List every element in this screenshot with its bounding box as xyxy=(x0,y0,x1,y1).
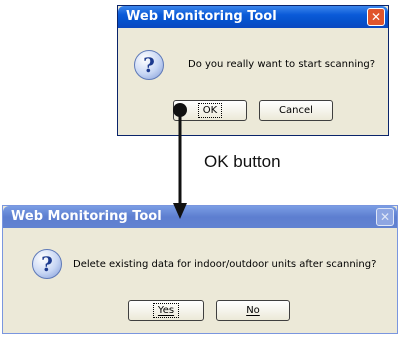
confirm-scan-dialog: Web Monitoring Tool ✕ ? Do you really wa… xyxy=(117,5,389,136)
dialog-message: Delete existing data for indoor/outdoor … xyxy=(73,259,377,270)
dialog-titlebar: Web Monitoring Tool ✕ xyxy=(3,206,397,228)
dialog-title: Web Monitoring Tool xyxy=(126,9,277,24)
delete-data-dialog: Web Monitoring Tool ✕ ? Delete existing … xyxy=(2,205,398,334)
yes-button[interactable]: Yes xyxy=(128,300,204,321)
cancel-button-label: Cancel xyxy=(279,105,313,116)
ok-button[interactable]: OK xyxy=(173,100,247,121)
no-button[interactable]: No xyxy=(216,300,290,321)
question-icon: ? xyxy=(134,50,164,80)
close-icon[interactable]: ✕ xyxy=(367,8,385,26)
no-button-label: No xyxy=(246,305,260,316)
cancel-button[interactable]: Cancel xyxy=(259,100,333,121)
dialog-title: Web Monitoring Tool xyxy=(11,209,162,224)
close-icon[interactable]: ✕ xyxy=(376,208,394,226)
dialog-message: Do you really want to start scanning? xyxy=(188,59,376,70)
question-icon: ? xyxy=(32,249,62,279)
dialog-titlebar: Web Monitoring Tool ✕ xyxy=(118,6,388,28)
ok-button-label: OK xyxy=(197,103,223,118)
annotation-label: OK button xyxy=(204,152,281,171)
yes-button-label: Yes xyxy=(152,303,180,318)
